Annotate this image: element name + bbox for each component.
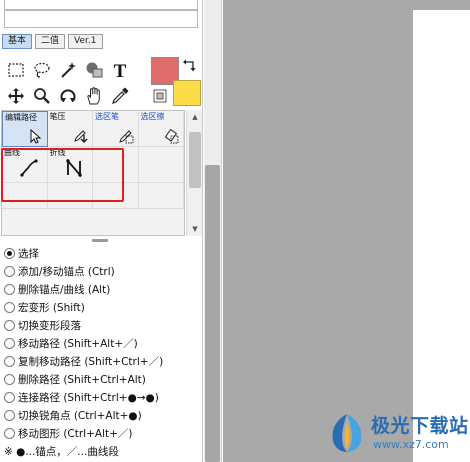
radio-button[interactable] (4, 283, 15, 295)
option-copy-move-path[interactable]: 复制移动路径 (Shift+Ctrl+／) (4, 352, 200, 370)
option-delete-anchor[interactable]: 删除锚点/曲线 (Alt) (4, 280, 200, 298)
move-tool[interactable] (3, 83, 29, 109)
magic-wand-tool[interactable] (55, 57, 81, 83)
option-label: 删除锚点/曲线 (Alt) (18, 283, 111, 296)
subtool-slot-empty (138, 183, 184, 209)
sub-color-swatch[interactable] (173, 80, 201, 106)
radio-button[interactable] (4, 319, 15, 331)
radio-button[interactable] (4, 355, 15, 367)
tab-basic[interactable]: 基本 (2, 34, 33, 49)
shape-tool[interactable] (81, 57, 107, 83)
selection-eraser-icon (164, 128, 179, 144)
watermark-title: 极光下载站 (371, 415, 469, 437)
subtool-label: 笔压 (49, 112, 66, 121)
radio-button[interactable] (4, 391, 15, 403)
watermark: 极光下载站 www.xz7.com (326, 407, 468, 459)
tool-panel: 基本 二值 Ver.1 T 编辑路径 笔压 选区笔 选区擦 曲线 折线 ▲ ▼ … (0, 0, 203, 462)
swap-colors-icon[interactable] (182, 58, 198, 74)
opacity-field[interactable] (4, 10, 198, 28)
selection-pen-icon (118, 130, 134, 144)
brush-size-field[interactable] (4, 0, 198, 10)
radio-button[interactable] (4, 409, 15, 421)
eyedropper-tool[interactable] (107, 83, 133, 109)
shape-icon (86, 62, 103, 78)
canvas-sheet[interactable] (413, 10, 470, 462)
lasso-tool[interactable] (29, 57, 55, 83)
tool-grid: T (3, 57, 133, 109)
option-macro-transform[interactable]: 宏变形 (Shift) (4, 298, 200, 316)
option-delete-path[interactable]: 删除路径 (Shift+Ctrl+Alt) (4, 370, 200, 388)
subtool-label: 选区笔 (95, 112, 120, 121)
radio-button[interactable] (4, 247, 15, 259)
zoom-icon (34, 88, 50, 104)
text-tool[interactable]: T (107, 57, 133, 83)
option-add-move-anchor[interactable]: 添加/移动锚点 (Ctrl) (4, 262, 200, 280)
rotate-icon (60, 89, 76, 103)
option-label: 移动路径 (Shift+Alt+／) (18, 337, 138, 350)
subtool-label: 选区擦 (140, 112, 165, 121)
option-label: 切换锐角点 (Ctrl+Alt+●) (18, 409, 142, 422)
tool-tabs: 基本 二值 Ver.1 (2, 34, 103, 50)
tool-options: 选择 添加/移动锚点 (Ctrl) 删除锚点/曲线 (Alt) 宏变形 (Shi… (4, 244, 200, 460)
option-label: 切换变形段落 (18, 319, 81, 332)
magic-wand-icon (61, 62, 76, 78)
tab-version[interactable]: Ver.1 (68, 34, 103, 49)
option-connect-path[interactable]: 连接路径 (Shift+Ctrl+●→●) (4, 388, 200, 406)
scroll-up-icon[interactable]: ▲ (190, 113, 200, 121)
option-label: 移动图形 (Ctrl+Alt+／) (18, 427, 133, 440)
eyedropper-icon (112, 87, 129, 104)
cursor-icon (30, 128, 41, 144)
subtool-slot-empty (138, 147, 184, 183)
subtool-label: 编辑路径 (5, 113, 37, 122)
reset-colors-icon[interactable] (153, 89, 167, 103)
radio-button[interactable] (4, 427, 15, 439)
radio-button[interactable] (4, 337, 15, 349)
annotation-highlight-box (1, 148, 124, 202)
subtool-selection-eraser[interactable]: 选区擦 (138, 111, 185, 147)
subtool-selection-pen[interactable]: 选区笔 (93, 111, 139, 147)
hand-tool[interactable] (81, 83, 107, 109)
option-label: 复制移动路径 (Shift+Ctrl+／) (18, 355, 164, 368)
options-legend: ※ ●...锚点，／...曲线段 (4, 445, 119, 458)
text-tool-icon: T (114, 61, 127, 80)
panel-scrollbar-thumb[interactable] (205, 165, 220, 462)
rect-select-icon (8, 63, 24, 77)
radio-button[interactable] (4, 265, 15, 277)
option-move-shape[interactable]: 移动图形 (Ctrl+Alt+／) (4, 424, 200, 442)
option-switch-segment[interactable]: 切换变形段落 (4, 316, 200, 334)
subtool-scrollbar[interactable]: ▲ ▼ (186, 110, 202, 236)
watermark-url: www.xz7.com (373, 438, 449, 451)
option-label: 选择 (18, 247, 39, 260)
option-label: 添加/移动锚点 (Ctrl) (18, 265, 115, 278)
option-move-path[interactable]: 移动路径 (Shift+Alt+／) (4, 334, 200, 352)
zoom-tool[interactable] (29, 83, 55, 109)
lasso-icon (34, 62, 50, 78)
svg-text:T: T (114, 61, 127, 80)
option-toggle-sharp-corner[interactable]: 切换锐角点 (Ctrl+Alt+●) (4, 406, 200, 424)
subtool-edit-path[interactable]: 编辑路径 (2, 111, 48, 147)
option-label: 连接路径 (Shift+Ctrl+●→●) (18, 391, 159, 404)
panel-splitter-handle[interactable] (92, 239, 108, 242)
subtool-pen-pressure[interactable]: 笔压 (47, 111, 94, 147)
radio-button[interactable] (4, 373, 15, 385)
option-label: 宏变形 (Shift) (18, 301, 85, 314)
hand-icon (87, 87, 100, 105)
rotate-tool[interactable] (55, 83, 81, 109)
pen-pressure-icon (74, 130, 88, 143)
move-icon (8, 88, 24, 104)
option-select[interactable]: 选择 (4, 244, 200, 262)
tab-binary[interactable]: 二值 (35, 34, 66, 49)
rect-select-tool[interactable] (3, 57, 29, 83)
watermark-logo-icon (332, 414, 362, 452)
scrollbar-thumb[interactable] (189, 132, 201, 188)
radio-button[interactable] (4, 301, 15, 313)
option-label: 删除路径 (Shift+Ctrl+Alt) (18, 373, 146, 386)
scroll-down-icon[interactable]: ▼ (190, 225, 200, 233)
